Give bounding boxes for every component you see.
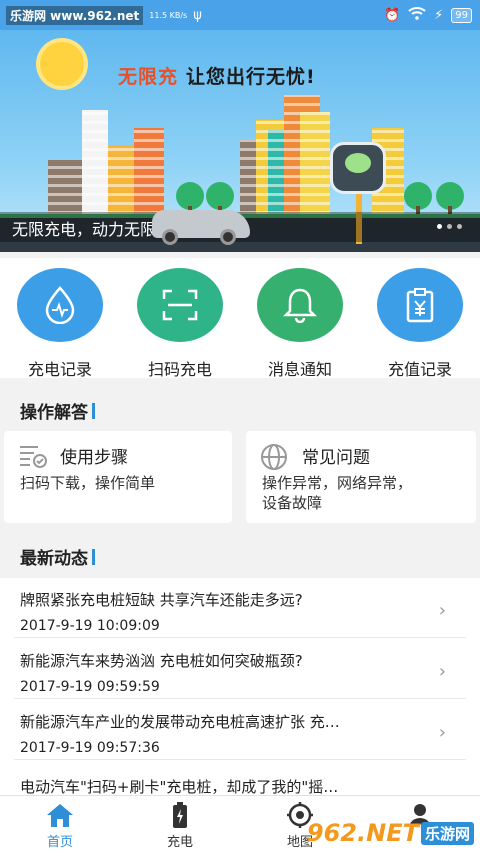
news-date: 2017-9-19 09:59:59 [20,679,160,695]
tab-label: 首页 [46,835,73,850]
carousel-dot[interactable] [437,224,442,229]
title-accent-bar [92,548,95,565]
globe-icon [260,443,290,470]
carousel-dot[interactable] [457,224,462,229]
carousel-dot[interactable] [447,224,452,229]
yen-clipboard-icon [377,268,463,342]
divider [14,698,466,699]
quick-action-recharge-records[interactable]: 充值记录 [360,268,480,380]
news-title-text: 最新动态 [20,549,88,569]
network-speed: 11.5 KB/s [149,11,188,20]
quick-action-label: 扫码充电 [147,360,212,379]
title-accent-bar [92,402,95,419]
quick-action-charge-records[interactable]: 充电记录 [0,268,120,380]
status-bar: 乐游网 www.962.net 11.5 KB/s ψ ⏰ ⚡ 99 [0,0,480,30]
carousel-dots[interactable] [437,224,462,229]
quick-action-notifications[interactable]: 消息通知 [240,268,360,380]
building [48,160,82,220]
building [82,110,108,220]
news-item[interactable]: 牌照紧张充电桩短缺 共享汽车还能走多远? 2017-9-19 10:09:09 … [0,578,480,638]
card-description-line: 操作异常，网络异常， [262,474,413,492]
tab-home[interactable]: 首页 [0,802,120,850]
status-watermark: 乐游网 www.962.net [6,6,144,25]
bottom-tab-bar: 首页 充电 地图 962.NET 乐游网 [0,795,480,853]
building [300,112,330,220]
slogan-text: 让您出行无忧! [186,66,316,88]
battery-bolt-icon [120,802,240,828]
chevron-right-icon: › [438,600,446,621]
usb-icon: ψ [193,8,202,23]
watermark-brand: 962.NET [306,819,419,847]
news-list: 牌照紧张充电桩短缺 共享汽车还能走多远? 2017-9-19 10:09:09 … [0,578,480,800]
news-date: 2017-9-19 09:57:36 [20,740,160,756]
scan-icon [137,268,223,342]
charging-bolt-icon: ⚡ [434,7,444,23]
quick-action-label: 充值记录 [387,360,452,379]
building [134,128,164,220]
quick-action-label: 消息通知 [267,360,332,379]
faq-section-title: 操作解答 [20,398,95,423]
news-item[interactable]: 新能源汽车产业的发展带动充电桩高速扩张 充… 2017-9-19 09:57:3… [0,700,480,760]
news-title: 新能源汽车来势汹汹 充电桩如何突破瓶颈? [20,652,303,670]
corner-watermark: 962.NET 乐游网 [307,819,474,847]
bell-icon [257,268,343,342]
faq-title-text: 操作解答 [20,403,88,423]
banner-caption: 无限充电，动力无限 [12,220,157,239]
quick-action-label: 充电记录 [27,360,92,379]
car-illustration [152,210,250,245]
news-title: 新能源汽车产业的发展带动充电桩高速扩张 充… [20,713,340,731]
tab-label: 充电 [166,835,193,850]
alarm-icon: ⏰ [383,7,401,23]
card-description: 扫码下载，操作简单 [20,474,156,492]
news-item[interactable]: 新能源汽车来势汹汹 充电桩如何突破瓶颈? 2017-9-19 09:59:59 … [0,639,480,699]
divider [14,759,466,760]
charge-record-icon [17,268,103,342]
quick-actions: 充电记录 扫码充电 消息通知 充值记录 [0,258,480,380]
battery-indicator: 99 [451,7,472,23]
card-description-line: 设备故障 [262,494,323,512]
common-issues-card[interactable]: 常见问题 操作异常，网络异常， 设备故障 [246,431,476,523]
news-date: 2017-9-19 10:09:09 [20,618,160,634]
document-check-icon [18,443,48,469]
news-title: 电动汽车"扫码+刷卡"充电桩，却成了我的"摇… [20,778,339,796]
charging-station-illustration [330,142,386,194]
news-title: 牌照紧张充电桩短缺 共享汽车还能走多远? [20,591,303,609]
chevron-right-icon: › [438,661,446,682]
home-icon [0,802,120,828]
divider [14,637,466,638]
card-title: 使用步骤 [60,448,128,468]
usage-steps-card[interactable]: 使用步骤 扫码下载，操作简单 [4,431,232,523]
quick-action-scan-charge[interactable]: 扫码充电 [120,268,240,380]
wifi-icon [408,6,426,24]
news-section-title: 最新动态 [20,544,95,569]
tab-charge[interactable]: 充电 [120,802,240,850]
banner-slogan: 无限充 让您出行无忧! [118,62,316,89]
watermark-sub: 乐游网 [420,821,474,845]
slogan-highlight: 无限充 [118,66,179,88]
card-title: 常见问题 [302,448,370,468]
card-description: 操作异常，网络异常， 设备故障 [262,473,412,513]
promo-banner[interactable]: 无限充 让您出行无忧! 无限充电，动力无限 [0,30,480,252]
chevron-right-icon: › [438,722,446,743]
sun-illustration [40,42,84,86]
